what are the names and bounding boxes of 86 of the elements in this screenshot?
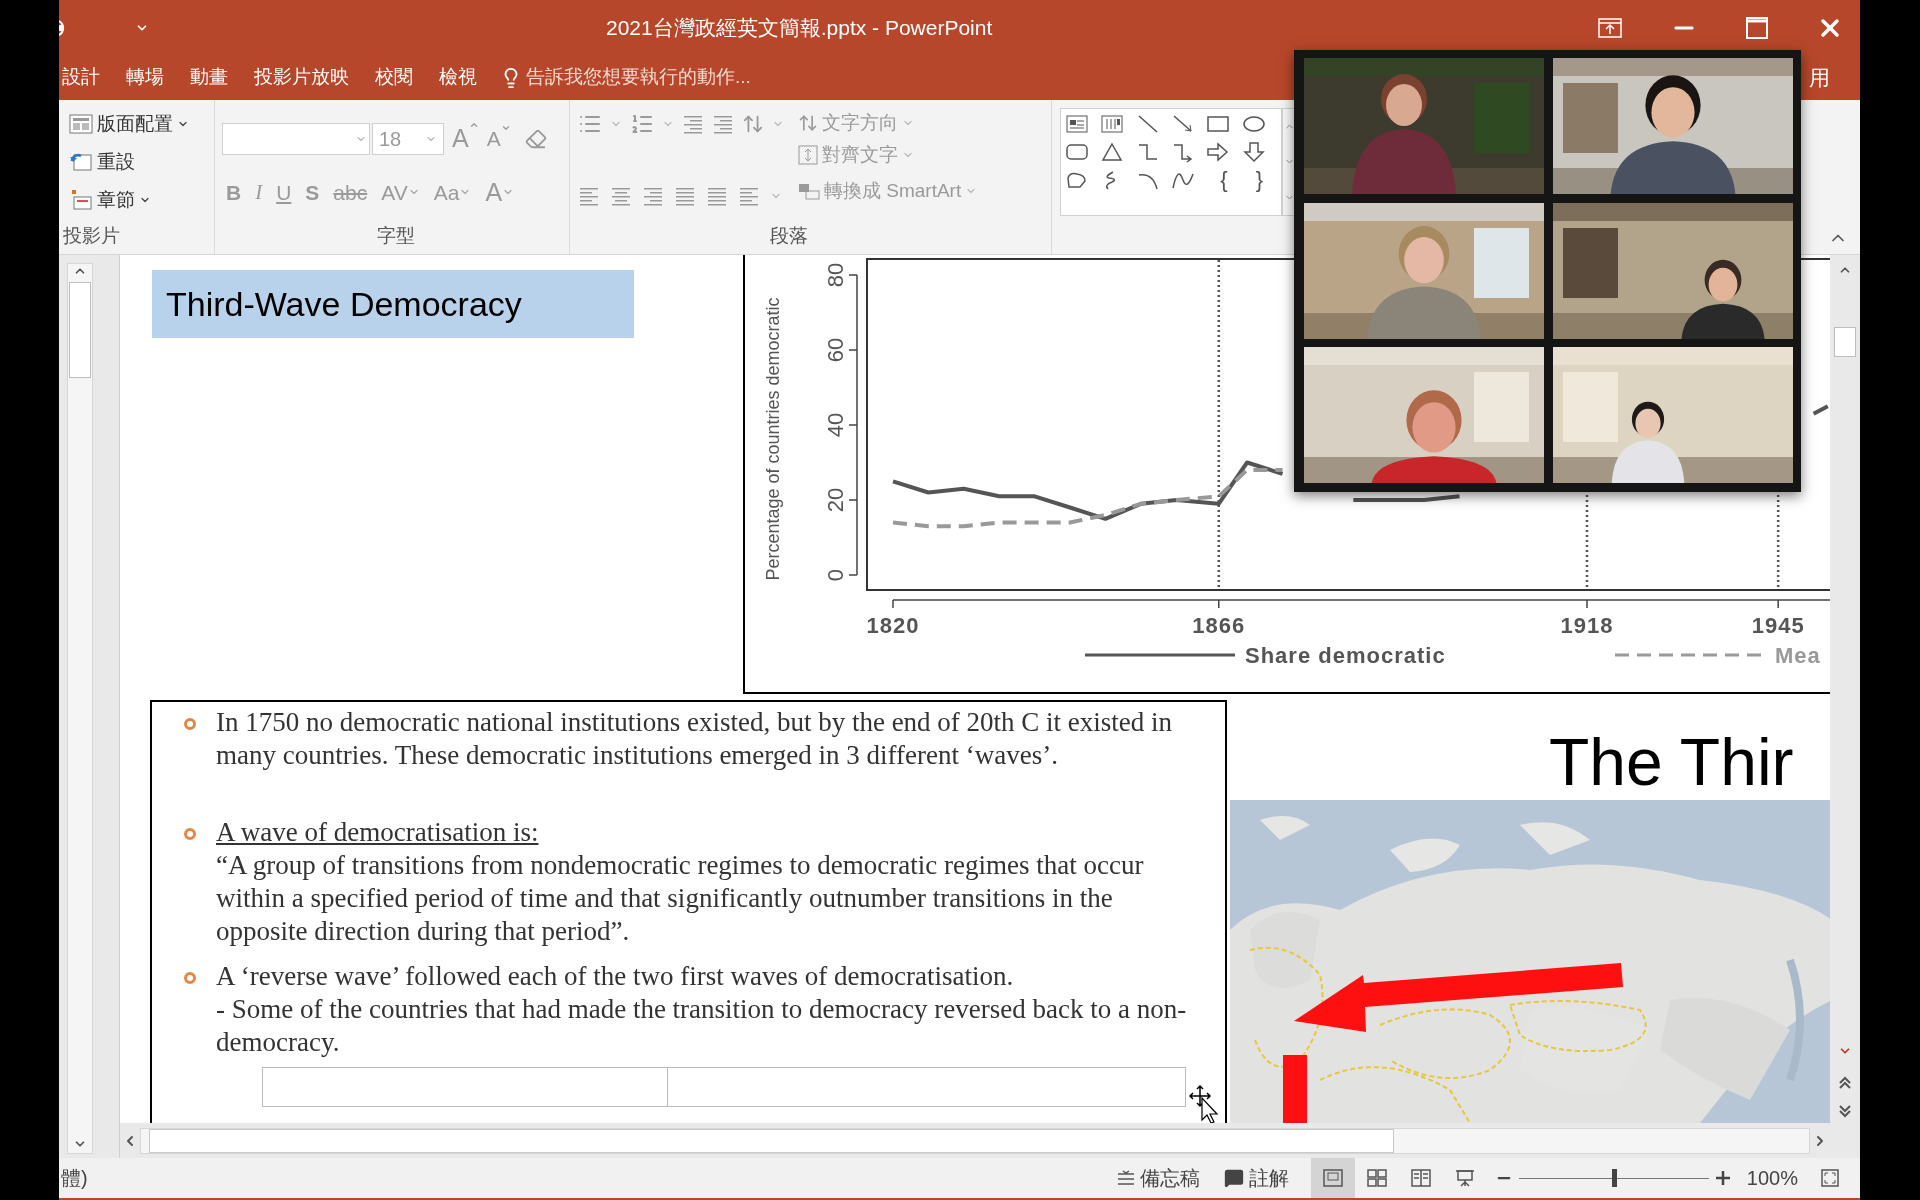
axis-tick-label: 1866 xyxy=(1192,613,1246,638)
bullet-text: In 1750 no democratic national institutions existed, but by the end of 20th C it existed in many countries. These democratic institutions emerged in 3 different ‘waves’. xyxy=(216,706,1174,772)
button-label: 章節 xyxy=(97,187,135,212)
align-text-icon xyxy=(798,145,818,165)
axis-tick-label: 1820 xyxy=(866,613,920,638)
smartart-icon xyxy=(798,181,820,201)
slide-sorter-icon xyxy=(1365,1168,1388,1188)
maximize-icon[interactable] xyxy=(1746,16,1768,39)
thumbnail-scrollbar[interactable] xyxy=(66,263,93,1154)
ribbon-tab[interactable]: 校閱 xyxy=(362,55,426,100)
right-arrow-icon[interactable] xyxy=(1206,141,1231,163)
axis-tick-label: 1945 xyxy=(1751,613,1805,638)
vertical-text-box-icon[interactable] xyxy=(1100,113,1125,135)
view-button[interactable] xyxy=(1310,1158,1355,1198)
horizontal-scrollbar[interactable] xyxy=(140,1127,1810,1154)
share-label[interactable]: 用 xyxy=(1809,61,1830,94)
right-brace-shape[interactable]: } xyxy=(1241,169,1277,191)
group-label: 段落 xyxy=(770,223,808,248)
language-indicator: 體) xyxy=(61,1166,88,1191)
scroll-thumb[interactable] xyxy=(68,282,91,378)
text-direction-icon xyxy=(798,113,818,133)
window-title: 2021台灣政經英文簡報.pptx - PowerPoint xyxy=(606,14,993,41)
rectangle-icon[interactable] xyxy=(1206,113,1231,135)
bullet-text: - Some of the countries that had made the transition to democracy reversed back to a non-democracy. xyxy=(216,993,1188,1059)
ribbon-tab[interactable]: 檢視 xyxy=(426,55,490,100)
rounded-rectangle-icon[interactable] xyxy=(1065,141,1089,163)
text-box-icon[interactable] xyxy=(1065,113,1089,135)
bullet-text: A ‘reverse wave’ followed each of the two first waves of democratisation. xyxy=(216,960,1015,993)
scroll-thumb[interactable] xyxy=(1834,327,1856,357)
down-arrow-icon[interactable] xyxy=(1241,141,1266,163)
tell-me-field[interactable]: 告訴我您想要執行的動作... xyxy=(526,63,826,92)
axis-tick-label: 1918 xyxy=(1560,613,1614,638)
axis-title: Percentage of countries democratic xyxy=(763,297,783,581)
axis-tick-label: 80 xyxy=(823,262,848,288)
zoom-slider-thumb[interactable] xyxy=(1611,1169,1617,1187)
ribbon-button[interactable]: 重設 xyxy=(59,143,214,181)
shapes-gallery[interactable]: { } xyxy=(1060,108,1282,216)
panel-title: The Thir xyxy=(1549,724,1794,801)
normal-view-icon xyxy=(1321,1168,1344,1188)
bullet-icon xyxy=(184,828,196,840)
button-label: 重設 xyxy=(97,149,135,174)
ribbon-tab[interactable]: 動畫 xyxy=(177,55,241,100)
legend-label: Mea xyxy=(1775,643,1821,668)
caret-icon xyxy=(468,120,479,130)
bullet-text: “A group of transitions from nondemocratic regimes to democratic regimes that occur within a specified period of time and that significantly outnumber transitions in the opposite direction during that period”. xyxy=(216,849,1145,948)
legend-label: Share democratic xyxy=(1245,643,1446,668)
ribbon-button[interactable]: 章節 xyxy=(59,181,214,219)
font-size-value: 18 xyxy=(379,126,402,152)
triangle-icon[interactable] xyxy=(1100,141,1125,163)
ribbon-display-options-icon[interactable] xyxy=(1598,17,1622,38)
axis-tick-label: 0 xyxy=(823,568,848,582)
reset-icon xyxy=(69,151,93,173)
axis-tick-label: 40 xyxy=(823,412,848,438)
bullet-icon xyxy=(184,972,196,984)
previous-slide-icon[interactable] xyxy=(1838,1076,1852,1090)
button-label: 版面配置 xyxy=(97,111,173,136)
ribbon-tab[interactable]: 投影片放映 xyxy=(241,55,362,100)
ribbon-button[interactable]: 版面配置 xyxy=(59,105,214,143)
ribbon-tab[interactable]: 轉場 xyxy=(113,55,177,100)
group-label: 投影片 xyxy=(63,223,121,248)
comments-button[interactable]: 註解 xyxy=(1223,1163,1289,1193)
section-icon xyxy=(69,189,93,211)
reading-view-icon xyxy=(1409,1168,1432,1188)
oval-icon[interactable] xyxy=(1241,113,1266,135)
notes-icon xyxy=(1116,1170,1135,1186)
zoom-level[interactable]: 100% xyxy=(1746,1163,1798,1193)
next-slide-icon[interactable] xyxy=(1838,1104,1852,1118)
zoom-slider[interactable] xyxy=(1518,1168,1709,1188)
zoom-in-icon[interactable] xyxy=(1714,1170,1731,1186)
title-box: Third-Wave Democracy xyxy=(152,270,634,338)
fit-to-window-icon[interactable] xyxy=(1820,1168,1840,1188)
left-brace-shape[interactable]: { xyxy=(1206,169,1242,191)
arrow-line-icon[interactable] xyxy=(1171,113,1195,135)
notes-button[interactable]: 備忘稿 xyxy=(1116,1163,1200,1193)
ribbon-tab[interactable]: 設計 xyxy=(49,55,113,100)
elbow-arrow-icon[interactable] xyxy=(1171,141,1195,163)
bullet-heading: A wave of democratisation is: xyxy=(216,816,540,849)
scroll-thumb[interactable] xyxy=(149,1128,1394,1153)
caret-icon xyxy=(500,123,511,133)
bullet-icon xyxy=(184,718,196,730)
comment-icon xyxy=(1223,1168,1244,1188)
axis-tick-label: 20 xyxy=(823,487,848,513)
slide-show-icon xyxy=(1453,1168,1476,1188)
layout-icon xyxy=(69,113,93,135)
group-label: 字型 xyxy=(375,223,416,248)
axis-tick-label: 60 xyxy=(823,337,848,363)
